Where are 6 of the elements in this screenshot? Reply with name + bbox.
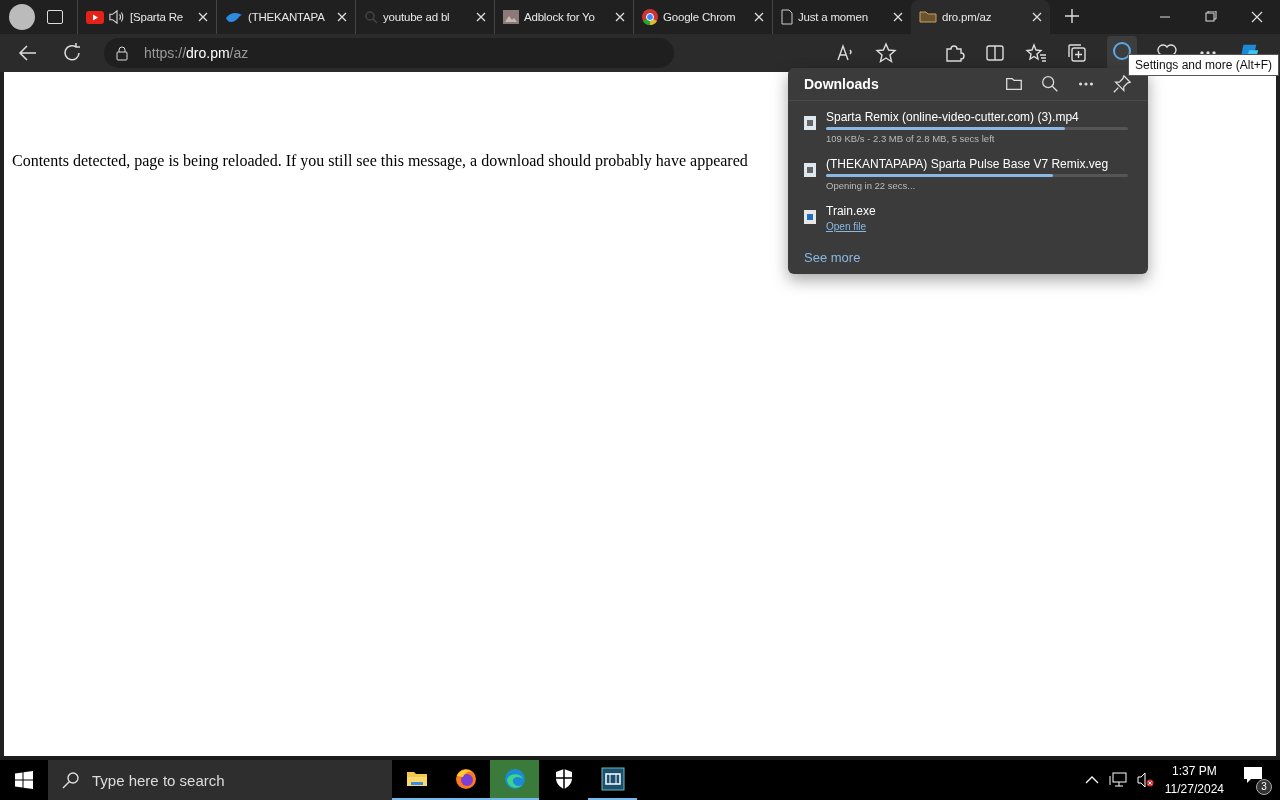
page-message: Contents detected, page is being reloaded. If you still see this message, a download should probably have appeared [12, 152, 748, 169]
tooltip: Settings and more (Alt+F) [1128, 54, 1280, 76]
download-status: 109 KB/s - 2.3 MB of 2.8 MB, 5 secs left [826, 133, 996, 144]
panel-title: Downloads [804, 76, 879, 92]
notification-count: 3 [1256, 779, 1272, 795]
download-status: Opening in 22 secs... [826, 180, 917, 191]
